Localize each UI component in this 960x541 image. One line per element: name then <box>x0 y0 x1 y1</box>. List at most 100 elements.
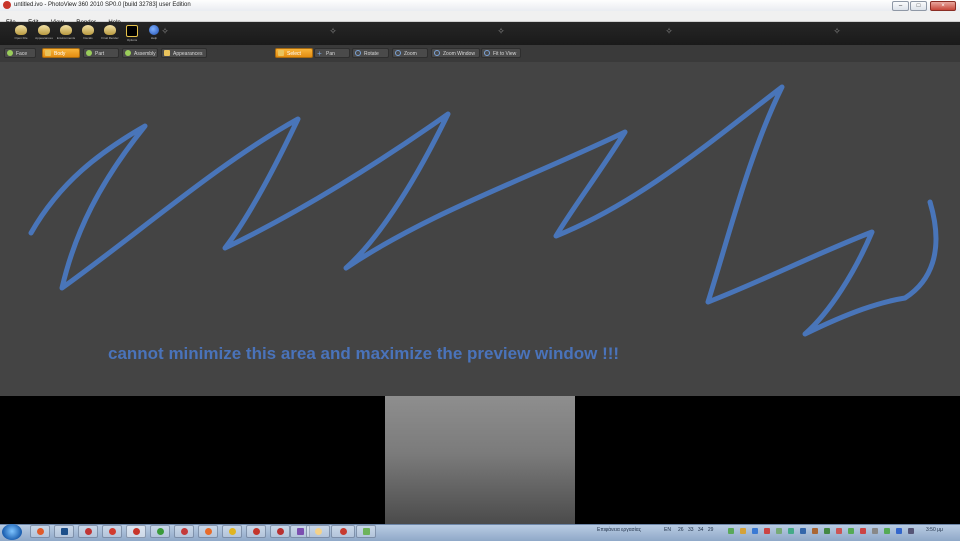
desktop-toolbar-label[interactable]: Επιφάνεια εργασίας <box>597 527 641 533</box>
face-filter-button[interactable]: Face <box>4 48 36 58</box>
minimize-button[interactable]: – <box>892 1 909 11</box>
tray-icon[interactable] <box>824 528 830 534</box>
fit-to-view-icon <box>484 50 490 56</box>
preview-window[interactable] <box>385 396 575 524</box>
pin-icon[interactable]: ✧ <box>664 26 674 36</box>
taskbar-app-3[interactable] <box>150 525 170 538</box>
body-icon <box>45 50 51 56</box>
appearances-filter-button[interactable]: Appearances <box>161 48 207 58</box>
rotate-icon <box>355 50 361 56</box>
language-indicator[interactable]: EN <box>664 527 671 533</box>
tray-icon[interactable] <box>848 528 854 534</box>
tool-label: Environments <box>56 36 76 40</box>
tray-number: 34 <box>697 527 704 533</box>
mode-label: Rotate <box>364 51 379 57</box>
clock[interactable]: 3:50 μμ <box>926 527 943 533</box>
tool-label: Appearances <box>35 36 53 40</box>
taskbar-app-10[interactable] <box>306 525 330 538</box>
zoom-icon <box>395 50 401 56</box>
help-icon <box>149 25 159 35</box>
taskbar-app-12[interactable] <box>356 525 376 538</box>
pin-icon[interactable]: ✧ <box>328 26 338 36</box>
tray-icon[interactable] <box>752 528 758 534</box>
zoom-window-icon <box>434 50 440 56</box>
environments-tool-button[interactable]: Environments <box>55 24 77 43</box>
window-title: untitled.ivo - PhotoView 360 2010 SP0.0 … <box>14 2 191 8</box>
close-button[interactable]: × <box>930 1 956 11</box>
environment-icon <box>60 25 72 35</box>
face-icon <box>7 50 13 56</box>
tool-label: Final Render <box>101 36 119 40</box>
mode-label: Select <box>287 51 301 57</box>
appearances-tool-button[interactable]: Appearances <box>33 24 55 43</box>
pin-icon[interactable]: ✧ <box>160 26 170 36</box>
pan-button[interactable]: + Pan <box>314 48 350 58</box>
taskbar-app-5[interactable] <box>198 525 218 538</box>
taskbar-app-11[interactable] <box>331 525 355 538</box>
rotate-button[interactable]: Rotate <box>352 48 389 58</box>
app-icon <box>204 528 212 535</box>
tool-label: Decals <box>83 36 93 40</box>
taskbar-app-photoshop[interactable] <box>54 525 74 538</box>
tray-icon[interactable] <box>728 528 734 534</box>
tray-icon[interactable] <box>788 528 794 534</box>
photoview-icon <box>132 528 140 535</box>
mode-label: Appearances <box>173 51 203 57</box>
pin-icon[interactable]: ✧ <box>832 26 842 36</box>
volume-icon[interactable] <box>908 528 914 534</box>
tool-label: Open File <box>14 36 28 40</box>
taskbar-app-7[interactable] <box>246 525 266 538</box>
main-toolbar: Open File Appearances Environments Decal… <box>0 22 960 45</box>
decals-tool-button[interactable]: Decals <box>77 24 99 43</box>
taskbar-app-photoview[interactable] <box>126 525 146 538</box>
pin-icon[interactable]: ✧ <box>496 26 506 36</box>
tray-icon[interactable] <box>836 528 842 534</box>
select-button[interactable]: Select <box>275 48 313 58</box>
network-icon[interactable] <box>896 528 902 534</box>
app-icon <box>228 528 236 535</box>
fit-to-view-button[interactable]: Fit to View <box>481 48 521 58</box>
taskbar-app-8[interactable] <box>270 525 290 538</box>
tray-readouts: 26 33 34 29 <box>678 527 713 533</box>
taskbar-app-1[interactable] <box>78 525 98 538</box>
body-filter-button[interactable]: Body <box>42 48 80 58</box>
start-button[interactable] <box>2 524 22 540</box>
mode-label: Face <box>16 51 28 57</box>
app-icon <box>180 528 188 535</box>
taskbar-app-chrome[interactable] <box>30 525 50 538</box>
taskbar-app-6[interactable] <box>222 525 242 538</box>
assembly-filter-button[interactable]: Assembly <box>122 48 158 58</box>
menu-bar: File Edit View Render Help <box>0 11 960 26</box>
render-options-icon <box>126 25 138 37</box>
tray-icon[interactable] <box>872 528 878 534</box>
open-file-button[interactable]: Open File <box>10 24 32 43</box>
zoom-button[interactable]: Zoom <box>392 48 428 58</box>
tray-icon[interactable] <box>860 528 866 534</box>
render-options-button[interactable]: Options <box>121 24 143 43</box>
selection-mode-bar: Face Body Part Assembly Appearances Sele… <box>0 45 960 63</box>
part-filter-button[interactable]: Part <box>83 48 119 58</box>
mode-label: Pan <box>326 51 335 57</box>
tray-number: 33 <box>687 527 694 533</box>
appearances-icon <box>38 25 50 35</box>
annotation-text: cannot minimize this area and maximize t… <box>108 344 620 363</box>
tray-icon[interactable] <box>812 528 818 534</box>
pan-icon: + <box>317 49 322 58</box>
tray-number: 26 <box>678 527 684 533</box>
appearances-filter-icon <box>164 50 170 56</box>
taskbar-app-2[interactable] <box>102 525 122 538</box>
maximize-button[interactable]: □ <box>910 1 927 11</box>
tray-icon[interactable] <box>764 528 770 534</box>
app-icon <box>296 528 304 535</box>
tray-icon[interactable] <box>884 528 890 534</box>
mode-label: Zoom Window <box>443 51 475 57</box>
app-icon <box>276 528 284 535</box>
taskbar-app-4[interactable] <box>174 525 194 538</box>
tray-icon[interactable] <box>776 528 782 534</box>
final-render-button[interactable]: Final Render <box>99 24 121 43</box>
part-icon <box>86 50 92 56</box>
tray-icon[interactable] <box>740 528 746 534</box>
app-icon[interactable] <box>3 1 11 9</box>
tray-icon[interactable] <box>800 528 806 534</box>
zoom-window-button[interactable]: Zoom Window <box>431 48 480 58</box>
